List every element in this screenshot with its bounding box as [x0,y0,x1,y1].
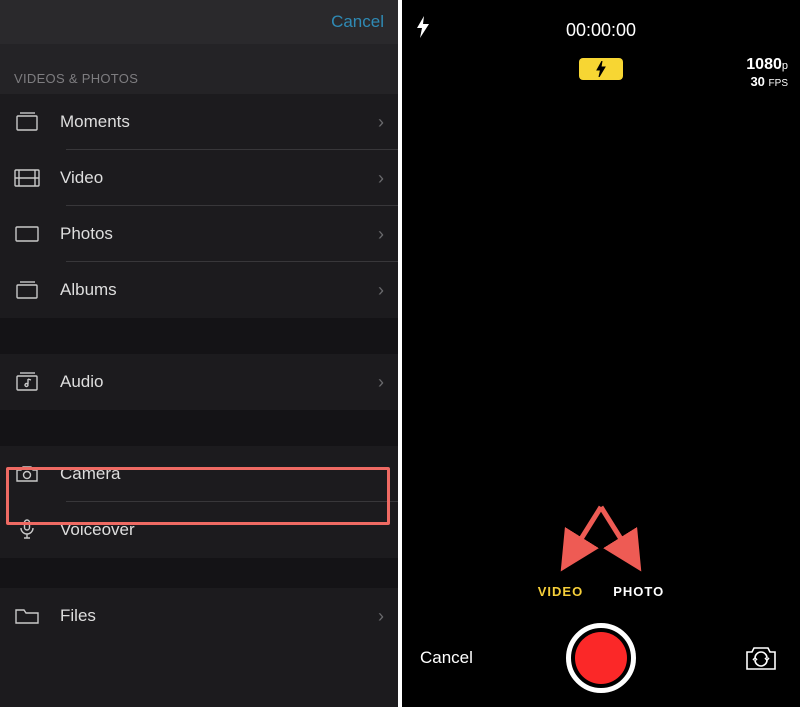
row-label: Albums [60,280,378,300]
section-header-videos-photos: VIDEOS & PHOTOS [0,44,398,94]
camera-cancel-button[interactable]: Cancel [420,648,473,668]
chevron-right-icon: › [378,372,384,393]
row-label: Moments [60,112,378,132]
chevron-right-icon: › [378,168,384,189]
recording-timer: 00:00:00 [566,20,636,41]
row-label: Voiceover [60,520,384,540]
row-moments[interactable]: Moments › [0,94,398,150]
moments-icon [14,112,40,132]
files-icon [14,606,40,626]
row-label: Photos [60,224,378,244]
row-voiceover[interactable]: Voiceover [0,502,398,558]
chevron-right-icon: › [378,224,384,245]
annotation-arrows [546,505,656,575]
row-albums[interactable]: Albums › [0,262,398,318]
row-audio[interactable]: Audio › [0,354,398,410]
audio-icon [14,372,40,392]
camera-mode-selector: VIDEO PHOTO [538,584,664,599]
chevron-right-icon: › [378,606,384,627]
row-label: Files [60,606,378,626]
camera-icon [14,464,40,484]
row-files[interactable]: Files › [0,588,398,644]
row-label: Audio [60,372,378,392]
video-icon [14,168,40,188]
record-button-inner [575,632,627,684]
cancel-button[interactable]: Cancel [331,12,384,32]
row-camera[interactable]: Camera [0,446,398,502]
flash-on-badge [579,58,623,80]
row-label: Video [60,168,378,188]
flash-toggle[interactable] [416,16,430,44]
mode-video[interactable]: VIDEO [538,584,583,599]
row-video[interactable]: Video › [0,150,398,206]
camera-viewfinder: 00:00:00 1080p 30 FPS VIDEO PHOTO Cancel [402,0,800,707]
resolution-display[interactable]: 1080p 30 FPS [746,56,788,89]
photos-icon [14,224,40,244]
row-photos[interactable]: Photos › [0,206,398,262]
albums-icon [14,280,40,300]
nav-bar: Cancel [0,0,398,44]
record-button[interactable] [566,623,636,693]
media-source-panel: Cancel VIDEOS & PHOTOS Moments › Video ›… [0,0,398,707]
microphone-icon [14,520,40,540]
flip-camera-button[interactable] [740,637,782,679]
mode-photo[interactable]: PHOTO [613,584,664,599]
row-label: Camera [60,464,384,484]
chevron-right-icon: › [378,112,384,133]
chevron-right-icon: › [378,280,384,301]
